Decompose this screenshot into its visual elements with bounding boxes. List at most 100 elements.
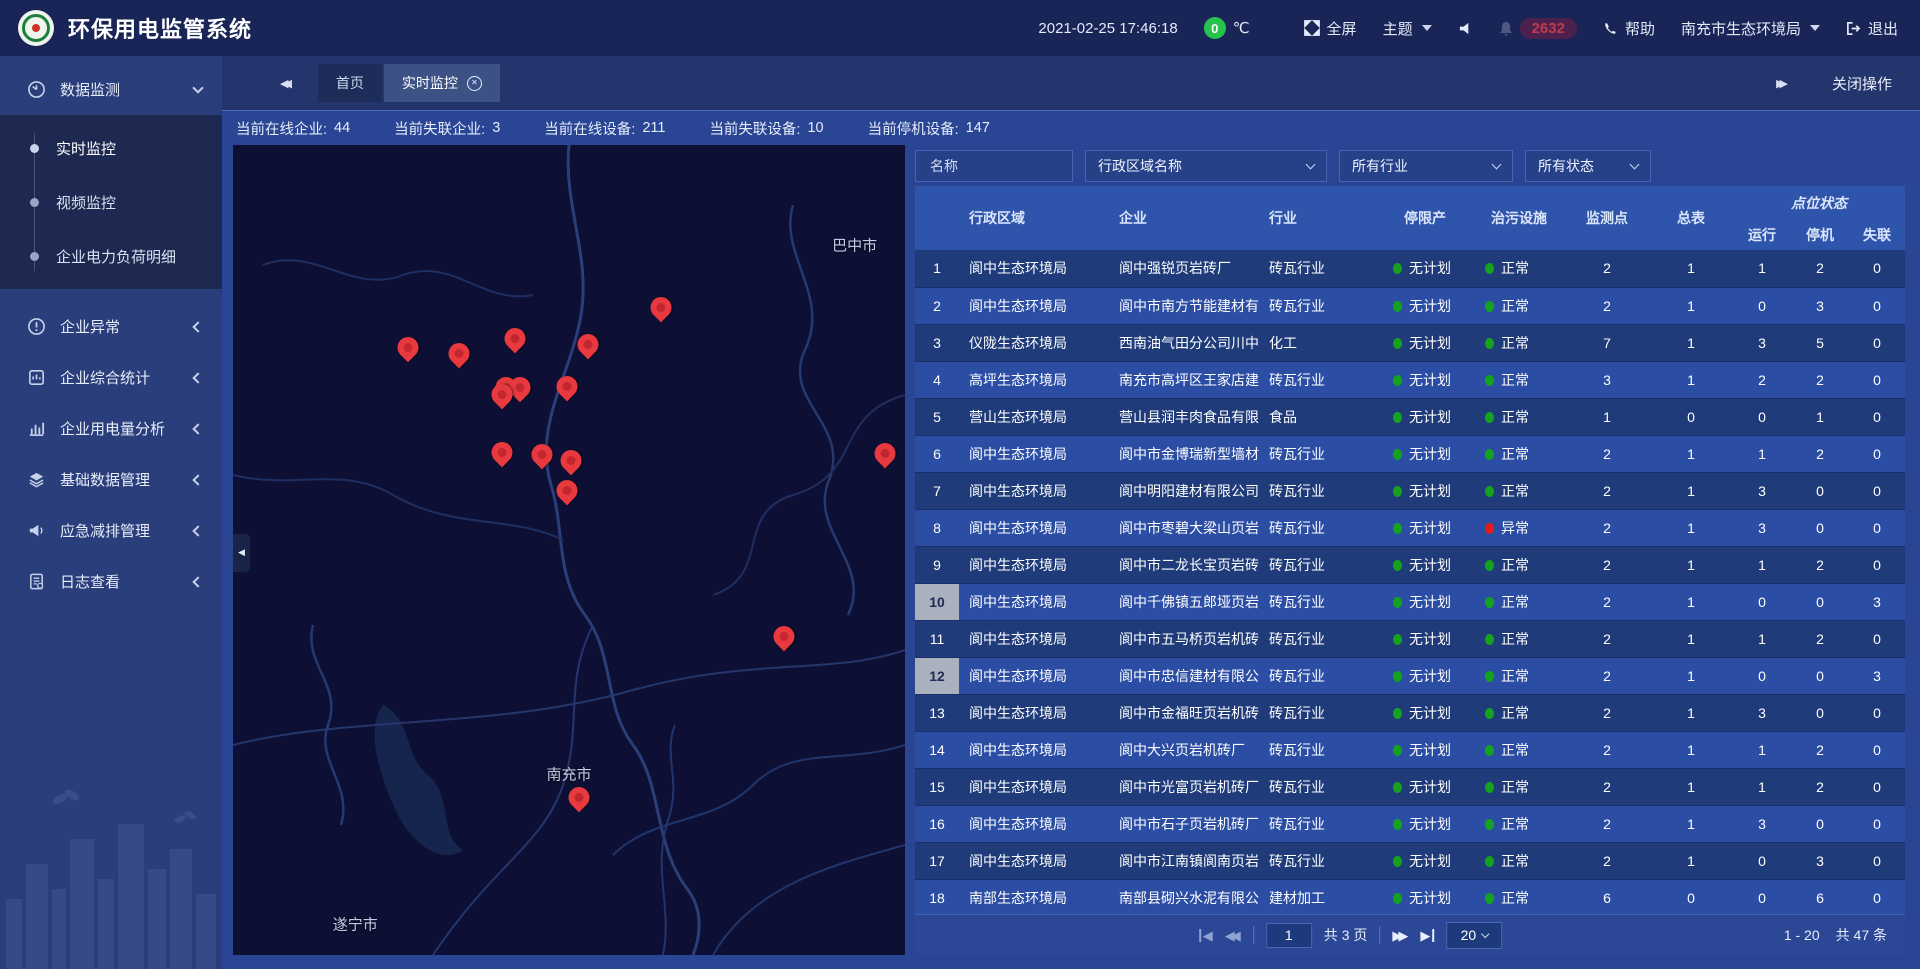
- status-dot: [1393, 745, 1402, 756]
- sidebar-item-realtime-monitor[interactable]: 实时监控: [0, 121, 222, 175]
- cell-region: 阆中生态环境局: [959, 694, 1109, 731]
- table-row[interactable]: 14阆中生态环境局阆中大兴页岩机砖厂砖瓦行业无计划正常21120: [915, 731, 1905, 768]
- status-dot: [1393, 486, 1402, 497]
- pager-last-icon[interactable]: ▶: [1420, 929, 1434, 942]
- industry-select[interactable]: 所有行业: [1339, 150, 1513, 182]
- cell-monitor-points: 2: [1565, 768, 1649, 805]
- pager-next-icon[interactable]: ▶▶: [1392, 929, 1408, 942]
- sidebar-item-log-view[interactable]: 日志查看: [0, 556, 222, 607]
- sidebar-item-video-monitor[interactable]: 视频监控: [0, 175, 222, 229]
- tab-scroll-left-icon[interactable]: ◀◀: [280, 77, 292, 90]
- notifications[interactable]: 2632: [1499, 18, 1577, 39]
- sidebar-item-data-monitoring[interactable]: 数据监测: [0, 64, 222, 115]
- tab-home[interactable]: 首页: [318, 64, 382, 102]
- sidebar-item-power-load-detail[interactable]: 企业电力负荷明细: [0, 229, 222, 283]
- table-row[interactable]: 5营山生态环境局营山县润丰肉食品有限食品无计划正常10010: [915, 398, 1905, 435]
- cell-industry: 砖瓦行业: [1259, 768, 1377, 805]
- cell-company: 阆中市枣碧大梁山页岩: [1109, 509, 1259, 546]
- table-row[interactable]: 13阆中生态环境局阆中市金福旺页岩机砖砖瓦行业无计划正常21300: [915, 694, 1905, 731]
- column-header-limit: 停限产: [1377, 186, 1473, 250]
- status-dot: [1485, 671, 1494, 682]
- app-title: 环保用电监管系统: [68, 12, 252, 44]
- cell-facility-status: 正常: [1473, 472, 1565, 509]
- chevron-down-icon: [192, 82, 203, 93]
- tab-bar: ◀◀ 首页 实时监控 ✕ ▶▶ 关闭操作: [222, 56, 1920, 110]
- sidebar-item-label: 企业用电量分析: [60, 418, 194, 439]
- map-collapse-handle[interactable]: ◀: [233, 534, 250, 572]
- cell-company: 阆中大兴页岩机砖厂: [1109, 731, 1259, 768]
- table-row[interactable]: 6阆中生态环境局阆中市金博瑞新型墙材砖瓦行业无计划正常21120: [915, 435, 1905, 472]
- pager-first-icon[interactable]: ◀: [1199, 929, 1213, 942]
- theme-dropdown[interactable]: 主题: [1383, 18, 1432, 39]
- table-row[interactable]: 8阆中生态环境局阆中市枣碧大梁山页岩砖瓦行业无计划异常21300: [915, 509, 1905, 546]
- cell-running: 3: [1733, 694, 1791, 731]
- table-row[interactable]: 16阆中生态环境局阆中市石子页岩机砖厂砖瓦行业无计划正常21300: [915, 805, 1905, 842]
- cell-region: 仪陇生态环境局: [959, 324, 1109, 361]
- logout-button[interactable]: 退出: [1846, 18, 1898, 39]
- fullscreen-button[interactable]: 全屏: [1304, 18, 1357, 39]
- sidebar-item-power-analysis[interactable]: 企业用电量分析: [0, 403, 222, 454]
- cell-industry: 砖瓦行业: [1259, 250, 1377, 287]
- bell-icon: [1499, 21, 1513, 36]
- table-row[interactable]: 11阆中生态环境局阆中市五马桥页岩机砖砖瓦行业无计划正常21120: [915, 620, 1905, 657]
- sidebar-item-company-anomaly[interactable]: 企业异常: [0, 301, 222, 352]
- table-row[interactable]: 7阆中生态环境局阆中明阳建材有限公司砖瓦行业无计划正常21300: [915, 472, 1905, 509]
- map-canvas[interactable]: 巴中市南充市遂宁市 ◀: [233, 145, 905, 955]
- cell-company: 阆中市五马桥页岩机砖: [1109, 620, 1259, 657]
- cell-lost: 0: [1849, 694, 1905, 731]
- status-dot: [1485, 449, 1494, 460]
- name-search-field[interactable]: [915, 150, 1073, 182]
- cell-stopped: 0: [1791, 583, 1849, 620]
- page-size-select[interactable]: 20: [1446, 922, 1502, 949]
- table-row[interactable]: 17阆中生态环境局阆中市江南镇阆南页岩砖瓦行业无计划正常21030: [915, 842, 1905, 879]
- tab-close-icon[interactable]: ✕: [467, 76, 482, 91]
- sidebar-item-company-stats[interactable]: 企业综合统计: [0, 352, 222, 403]
- status-dot: [1485, 708, 1494, 719]
- org-dropdown[interactable]: 南充市生态环境局: [1681, 18, 1820, 39]
- table-row[interactable]: 3仪陇生态环境局西南油气田分公司川中化工无计划正常71350: [915, 324, 1905, 361]
- table-row[interactable]: 10阆中生态环境局阆中千佛镇五郎垭页岩砖瓦行业无计划正常21003: [915, 583, 1905, 620]
- map-terrain: [233, 145, 905, 955]
- pager-prev-icon[interactable]: ◀◀: [1225, 929, 1241, 942]
- cell-limit-status: 无计划: [1377, 398, 1473, 435]
- tab-realtime-monitor[interactable]: 实时监控 ✕: [384, 64, 500, 102]
- stat-stopped-devices: 当前停机设备:147: [868, 118, 990, 139]
- cell-facility-status: 正常: [1473, 435, 1565, 472]
- cell-total-meters: 1: [1649, 583, 1733, 620]
- cell-monitor-points: 2: [1565, 657, 1649, 694]
- map-city-label: 南充市: [546, 763, 591, 784]
- cell-stopped: 2: [1791, 768, 1849, 805]
- status-select[interactable]: 所有状态: [1525, 150, 1651, 182]
- close-operations-button[interactable]: 关闭操作: [1832, 73, 1892, 94]
- name-search-input[interactable]: [928, 157, 1060, 175]
- sidebar-item-emergency-reduction[interactable]: 应急减排管理: [0, 505, 222, 556]
- table-row[interactable]: 15阆中生态环境局阆中市光富页岩机砖厂砖瓦行业无计划正常21120: [915, 768, 1905, 805]
- region-select[interactable]: 行政区域名称: [1085, 150, 1327, 182]
- sound-toggle[interactable]: [1458, 21, 1473, 36]
- cell-industry: 砖瓦行业: [1259, 287, 1377, 324]
- status-dot: [1393, 375, 1402, 386]
- cell-industry: 砖瓦行业: [1259, 620, 1377, 657]
- table-row[interactable]: 9阆中生态环境局阆中市二龙长宝页岩砖砖瓦行业无计划正常21120: [915, 546, 1905, 583]
- status-dot: [1393, 412, 1402, 423]
- column-header-industry: 行业: [1259, 186, 1377, 250]
- company-panel: 行政区域名称 所有行业 所有状态: [915, 145, 1905, 955]
- help-button[interactable]: 帮助: [1603, 18, 1655, 39]
- cell-monitor-points: 2: [1565, 472, 1649, 509]
- page-number-input[interactable]: [1266, 923, 1312, 948]
- table-row[interactable]: 18南部生态环境局南部县砌兴水泥有限公建材加工无计划正常60060: [915, 879, 1905, 916]
- sidebar-item-base-data[interactable]: 基础数据管理: [0, 454, 222, 505]
- row-number: 9: [915, 546, 959, 583]
- table-row[interactable]: 1阆中生态环境局阆中强锐页岩砖厂砖瓦行业无计划正常21120: [915, 250, 1905, 287]
- cell-company: 阆中市忠信建材有限公: [1109, 657, 1259, 694]
- row-number: 3: [915, 324, 959, 361]
- cell-industry: 砖瓦行业: [1259, 657, 1377, 694]
- cell-industry: 砖瓦行业: [1259, 842, 1377, 879]
- cell-total-meters: 1: [1649, 472, 1733, 509]
- table-row[interactable]: 4高坪生态环境局南充市高坪区王家店建砖瓦行业无计划正常31220: [915, 361, 1905, 398]
- status-dot: [1393, 449, 1402, 460]
- cell-lost: 0: [1849, 509, 1905, 546]
- table-row[interactable]: 12阆中生态环境局阆中市忠信建材有限公砖瓦行业无计划正常21003: [915, 657, 1905, 694]
- table-row[interactable]: 2阆中生态环境局阆中市南方节能建材有砖瓦行业无计划正常21030: [915, 287, 1905, 324]
- tab-scroll-right-icon[interactable]: ▶▶: [1776, 77, 1788, 90]
